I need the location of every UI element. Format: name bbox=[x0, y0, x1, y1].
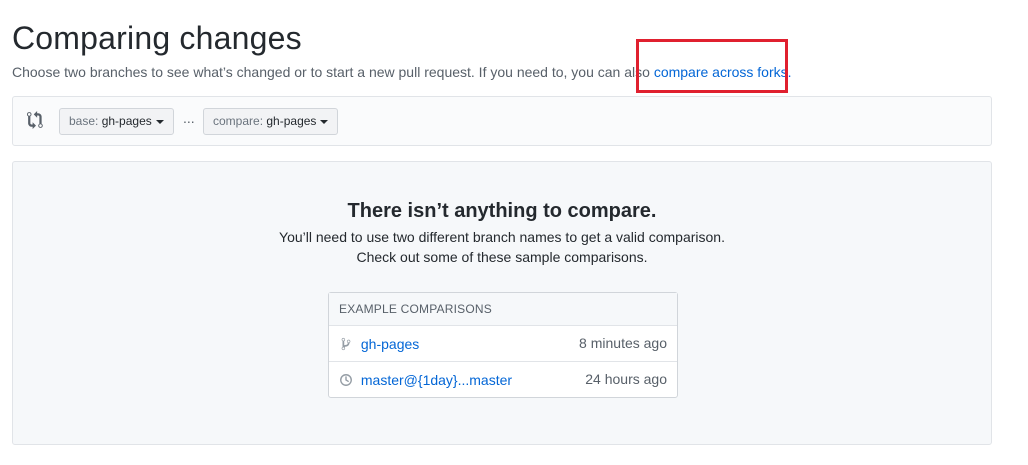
branch-icon bbox=[341, 338, 351, 351]
history-icon bbox=[340, 374, 352, 387]
range-separator: ... bbox=[183, 110, 195, 126]
example-comparison-link[interactable]: master@{1day}...master bbox=[361, 372, 512, 388]
chevron-down-icon bbox=[155, 119, 164, 124]
example-comparisons-box: EXAMPLE COMPARISONS gh-pages 8 minutes a… bbox=[328, 292, 678, 398]
compare-branch-select[interactable]: compare: gh-pages bbox=[203, 108, 339, 135]
blankslate: There isn’t anything to compare. You’ll … bbox=[12, 161, 992, 445]
compare-across-forks-link[interactable]: compare across forks. bbox=[654, 64, 792, 80]
example-comparison-link[interactable]: gh-pages bbox=[361, 336, 419, 352]
example-comparison-time: 24 hours ago bbox=[585, 371, 667, 387]
blankslate-message-2: Check out some of these sample compariso… bbox=[356, 249, 648, 265]
example-comparisons-header: EXAMPLE COMPARISONS bbox=[329, 293, 677, 326]
subtitle-text: Choose two branches to see what’s change… bbox=[12, 64, 654, 80]
list-item: gh-pages 8 minutes ago bbox=[329, 326, 677, 362]
base-value: gh-pages bbox=[101, 114, 152, 128]
chevron-down-icon bbox=[320, 119, 329, 124]
base-label: base: bbox=[69, 114, 99, 128]
page-subtitle: Choose two branches to see what’s change… bbox=[12, 64, 792, 80]
range-editor: base: gh-pages ... compare: gh-pages bbox=[12, 96, 992, 146]
example-comparison-time: 8 minutes ago bbox=[579, 335, 667, 351]
compare-value: gh-pages bbox=[266, 114, 317, 128]
compare-label: compare: bbox=[213, 114, 264, 128]
git-compare-icon bbox=[27, 111, 43, 129]
blankslate-heading: There isn’t anything to compare. bbox=[347, 200, 657, 222]
blankslate-message-1: You’ll need to use two different branch … bbox=[279, 229, 725, 245]
list-item: master@{1day}...master 24 hours ago bbox=[329, 362, 677, 397]
page-title: Comparing changes bbox=[12, 20, 302, 56]
base-branch-select[interactable]: base: gh-pages bbox=[59, 108, 174, 135]
